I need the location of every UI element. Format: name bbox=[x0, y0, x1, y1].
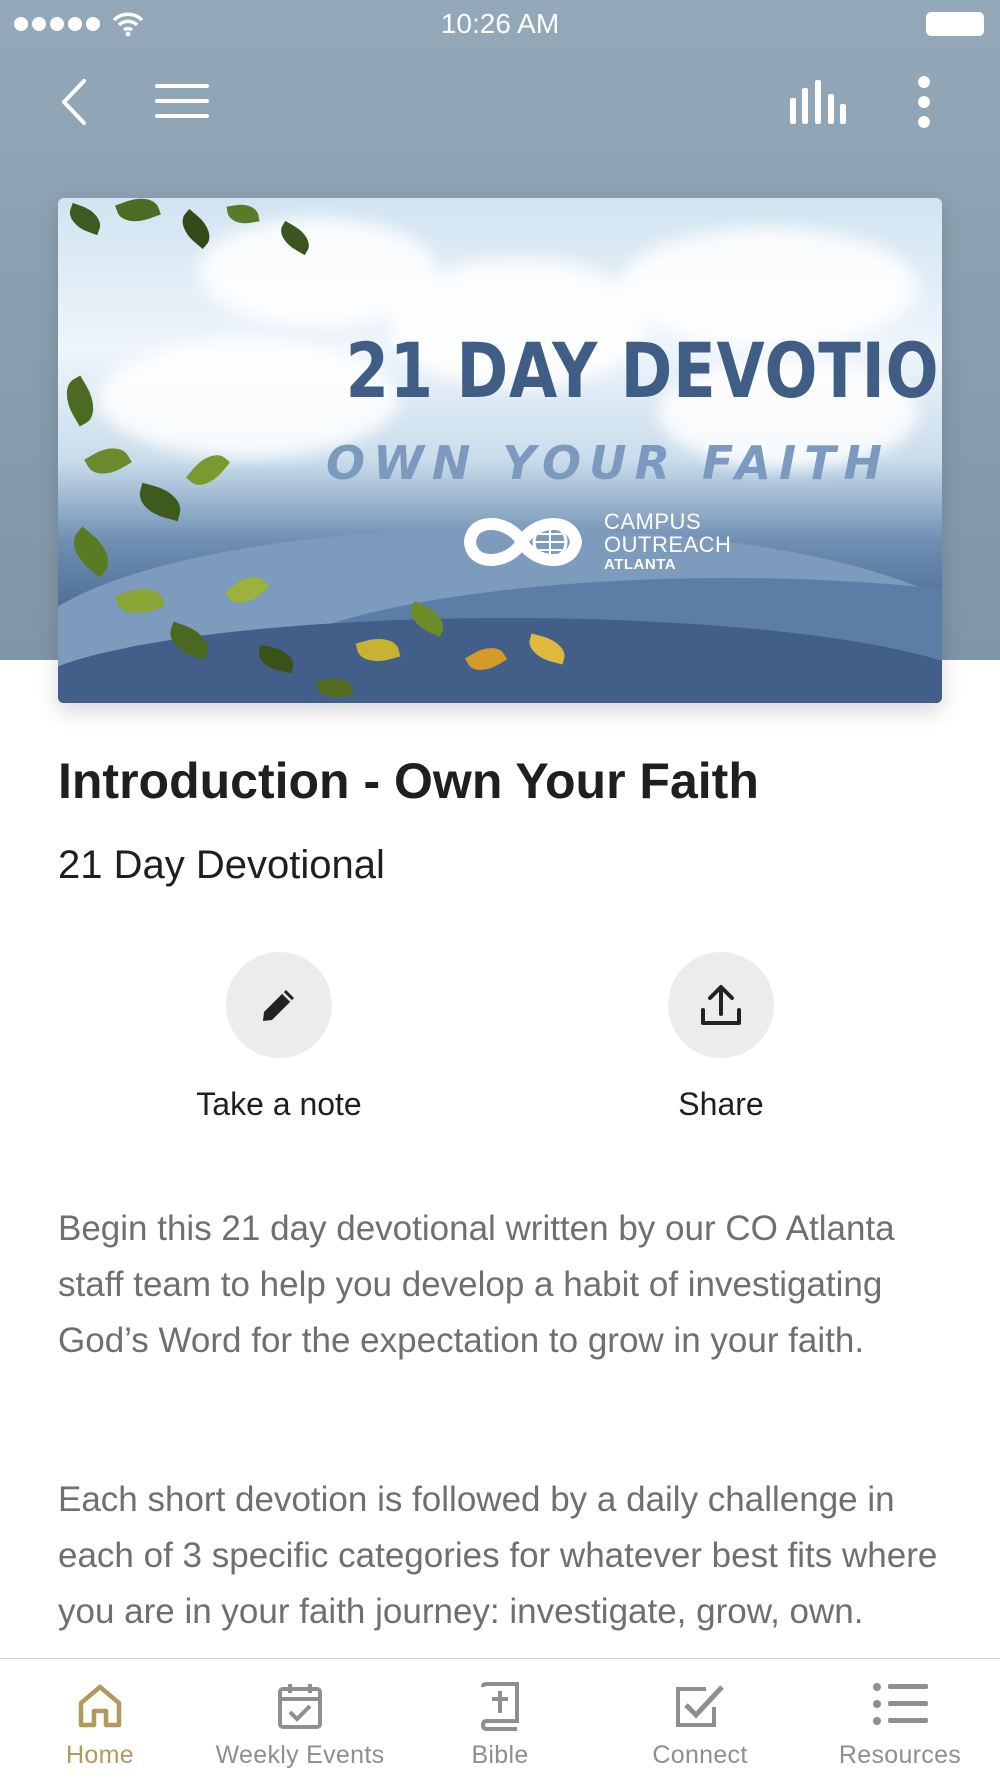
campus-outreach-logo-icon bbox=[463, 518, 583, 566]
tab-resources[interactable]: Resources bbox=[800, 1659, 1000, 1778]
tab-bible[interactable]: Bible bbox=[400, 1659, 600, 1778]
home-icon bbox=[78, 1684, 122, 1728]
hero-subtitle: OWN YOUR FAITH bbox=[325, 436, 890, 490]
take-note-button[interactable]: Take a note bbox=[159, 952, 399, 1123]
status-bar: 10:26 AM bbox=[0, 0, 1000, 50]
bible-icon bbox=[480, 1682, 519, 1731]
menu-hamburger-icon[interactable] bbox=[155, 82, 209, 120]
tab-weekly-events[interactable]: Weekly Events bbox=[200, 1659, 400, 1778]
back-chevron-icon[interactable] bbox=[58, 78, 90, 126]
more-options-icon[interactable] bbox=[914, 76, 934, 128]
take-note-label: Take a note bbox=[196, 1086, 362, 1122]
list-icon bbox=[873, 1683, 928, 1725]
hero-image: 21 DAY DEVOTIONAL OWN YOUR FAITH CAMPUS … bbox=[58, 198, 942, 703]
pencil-icon bbox=[263, 990, 294, 1021]
share-label: Share bbox=[678, 1086, 764, 1122]
page-title: Introduction - Own Your Faith bbox=[58, 753, 759, 809]
share-button[interactable]: Share bbox=[601, 952, 841, 1123]
battery-icon bbox=[926, 12, 984, 36]
hero-title: 21 DAY DEVOTIONAL bbox=[345, 326, 942, 415]
status-time: 10:26 AM bbox=[440, 8, 560, 39]
share-icon bbox=[701, 985, 741, 1025]
description-paragraph: Each short devotion is followed by a dai… bbox=[58, 1480, 938, 1631]
tab-home[interactable]: Home bbox=[0, 1659, 200, 1778]
checkbox-icon bbox=[676, 1685, 724, 1727]
calendar-check-icon bbox=[278, 1684, 322, 1729]
tab-connect[interactable]: Connect bbox=[600, 1659, 800, 1778]
campus-outreach-logo-text: CAMPUS OUTREACH ATLANTA bbox=[604, 509, 732, 573]
audio-bars-icon[interactable] bbox=[790, 80, 846, 124]
description-paragraph: Begin this 21 day devotional written by … bbox=[58, 1209, 895, 1360]
bottom-tab-bar: Home Weekly Events Bible Connect Resourc… bbox=[0, 1658, 1000, 1778]
plan-subtitle: 21 Day Devotional bbox=[58, 843, 385, 887]
